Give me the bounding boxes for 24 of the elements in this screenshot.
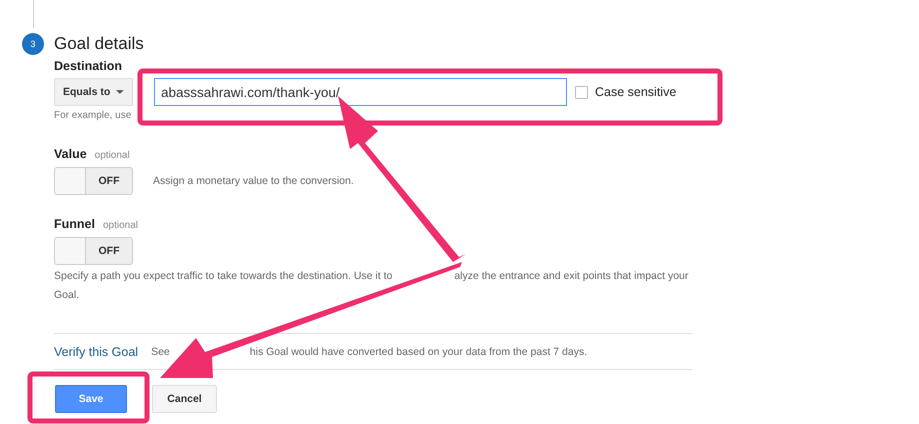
toggle-switch[interactable]: OFF: [54, 237, 133, 265]
description-text: See: [151, 346, 170, 358]
match-dropdown[interactable]: Equals to: [54, 78, 133, 106]
description-text: Goal.: [54, 288, 80, 303]
step-connector: [33, 0, 34, 28]
field-label: Value: [54, 147, 87, 161]
field-label: Funnel: [54, 217, 95, 231]
checkbox[interactable]: [575, 86, 588, 98]
url-input-field[interactable]: abasssahrawi.com/thank-you/: [154, 78, 567, 106]
step-number: 3: [22, 33, 44, 55]
section-title: Goal details: [54, 34, 144, 54]
cancel-button[interactable]: Cancel: [152, 385, 217, 413]
description-text: his Goal would have converted based on your data from the past 7 days.: [250, 346, 588, 358]
description-text: alyze the entrance and exit points that impact your: [454, 270, 688, 282]
verify-link[interactable]: Verify this Goal: [54, 344, 138, 358]
description-text: Assign a monetary value to the conversion.: [153, 174, 354, 186]
optional-note: optional: [94, 150, 130, 161]
caret-icon: [116, 90, 124, 94]
toggle-switch[interactable]: OFF: [54, 167, 133, 195]
field-label: Destination: [54, 59, 124, 73]
hint-text: For example, use: [54, 110, 132, 121]
description-text: Specify a path you expect traffic to take towards the destination. Use it to: [54, 270, 392, 282]
optional-note: optional: [102, 220, 138, 231]
checkbox-label: Case sensitive: [595, 85, 676, 99]
